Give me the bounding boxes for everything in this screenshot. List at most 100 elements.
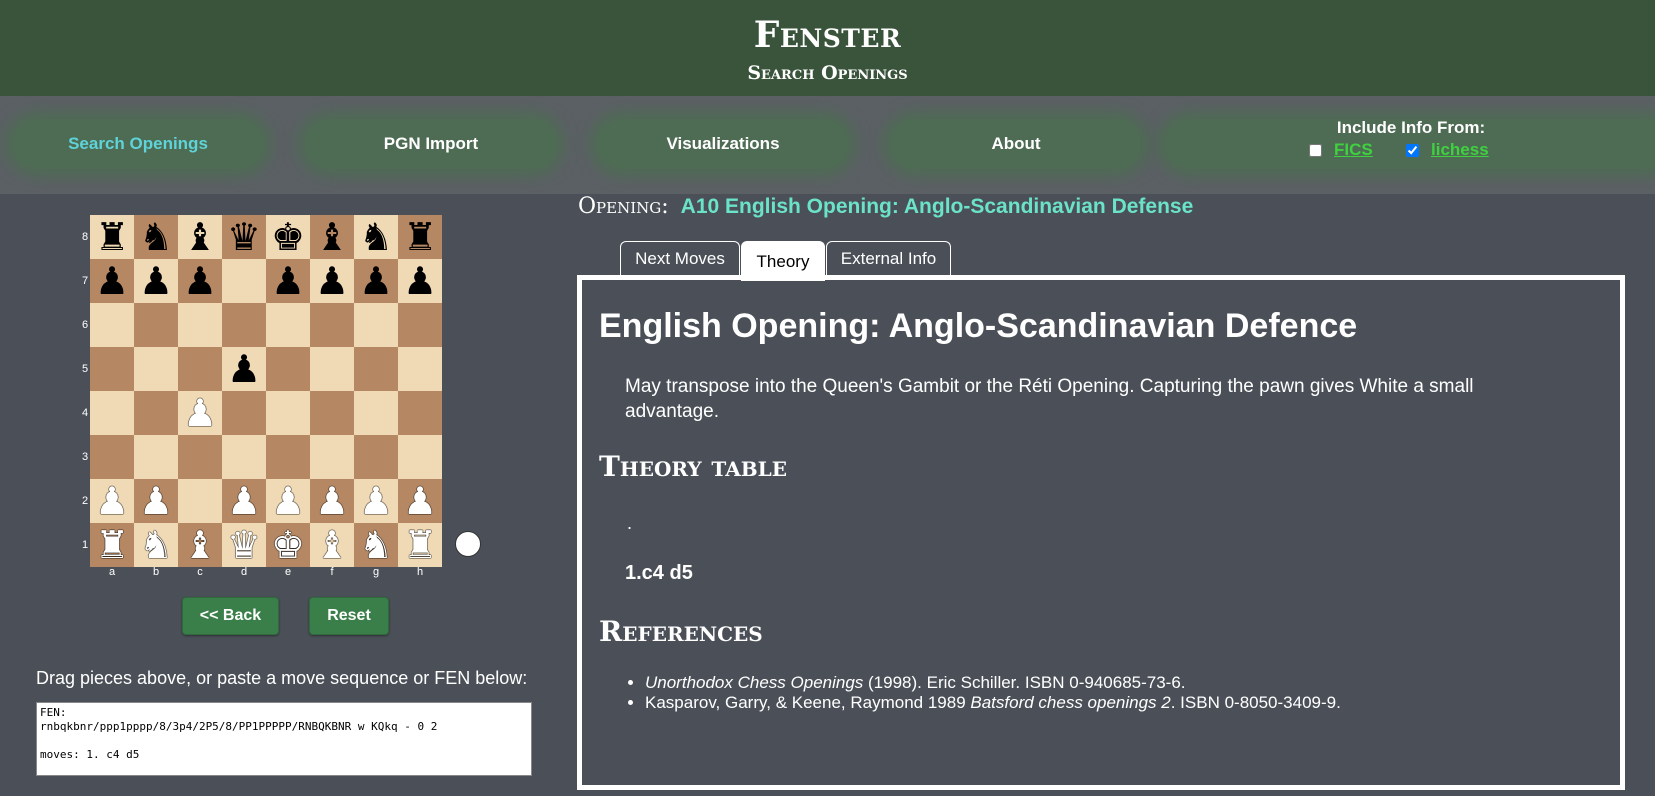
square-b2[interactable]: ♟ [134, 479, 178, 523]
square-b4[interactable] [134, 391, 178, 435]
square-f5[interactable] [310, 347, 354, 391]
white-pawn-icon[interactable]: ♟ [359, 482, 393, 520]
square-d8[interactable]: ♛ [222, 215, 266, 259]
fics-checkbox[interactable] [1309, 143, 1322, 157]
black-bishop-icon[interactable]: ♝ [183, 218, 217, 256]
square-g3[interactable] [354, 435, 398, 479]
black-pawn-icon[interactable]: ♟ [403, 262, 437, 300]
square-c7[interactable]: ♟ [178, 259, 222, 303]
square-e7[interactable]: ♟ [266, 259, 310, 303]
chess-board[interactable]: ♜ ♞ ♝ ♛ ♚ ♝ ♞ ♜ ♟ ♟ ♟ ♟ ♟ ♟ ♟ ♟ ♟ ♟ ♟ ♟ ♟ ♟ ♟ ♟ ♜ ♞ ♝ ♛ ♚ ♝ ♞ ♜ [90, 215, 442, 567]
square-b1[interactable]: ♞ [134, 523, 178, 567]
black-pawn-icon[interactable]: ♟ [315, 262, 349, 300]
square-h5[interactable] [398, 347, 442, 391]
nav-pgn-import[interactable]: PGN Import [306, 120, 556, 168]
square-h8[interactable]: ♜ [398, 215, 442, 259]
white-pawn-icon[interactable]: ♟ [95, 482, 129, 520]
square-f4[interactable] [310, 391, 354, 435]
white-bishop-icon[interactable]: ♝ [183, 526, 217, 564]
square-c4[interactable]: ♟ [178, 391, 222, 435]
black-pawn-icon[interactable]: ♟ [183, 262, 217, 300]
black-pawn-icon[interactable]: ♟ [139, 262, 173, 300]
white-rook-icon[interactable]: ♜ [95, 526, 129, 564]
square-h2[interactable]: ♟ [398, 479, 442, 523]
square-d4[interactable] [222, 391, 266, 435]
square-e1[interactable]: ♚ [266, 523, 310, 567]
square-d7[interactable] [222, 259, 266, 303]
square-c3[interactable] [178, 435, 222, 479]
square-a4[interactable] [90, 391, 134, 435]
black-pawn-icon[interactable]: ♟ [271, 262, 305, 300]
lichess-link[interactable]: lichess [1431, 140, 1489, 160]
square-f8[interactable]: ♝ [310, 215, 354, 259]
square-f3[interactable] [310, 435, 354, 479]
nav-about[interactable]: About [891, 120, 1141, 168]
white-pawn-icon[interactable]: ♟ [403, 482, 437, 520]
black-queen-icon[interactable]: ♛ [227, 218, 261, 256]
black-bishop-icon[interactable]: ♝ [315, 218, 349, 256]
square-d2[interactable]: ♟ [222, 479, 266, 523]
tab-next-moves[interactable]: Next Moves [620, 241, 740, 275]
white-pawn-icon[interactable]: ♟ [271, 482, 305, 520]
square-f6[interactable] [310, 303, 354, 347]
white-knight-icon[interactable]: ♞ [359, 526, 393, 564]
square-h3[interactable] [398, 435, 442, 479]
square-c5[interactable] [178, 347, 222, 391]
square-a1[interactable]: ♜ [90, 523, 134, 567]
square-h1[interactable]: ♜ [398, 523, 442, 567]
square-c1[interactable]: ♝ [178, 523, 222, 567]
square-g2[interactable]: ♟ [354, 479, 398, 523]
square-d5[interactable]: ♟ [222, 347, 266, 391]
square-h7[interactable]: ♟ [398, 259, 442, 303]
square-g6[interactable] [354, 303, 398, 347]
square-e8[interactable]: ♚ [266, 215, 310, 259]
square-a7[interactable]: ♟ [90, 259, 134, 303]
fen-moves-input[interactable] [36, 702, 532, 776]
square-b3[interactable] [134, 435, 178, 479]
square-d6[interactable] [222, 303, 266, 347]
white-queen-icon[interactable]: ♛ [227, 526, 261, 564]
back-button[interactable]: << Back [182, 597, 279, 635]
black-knight-icon[interactable]: ♞ [359, 218, 393, 256]
square-e4[interactable] [266, 391, 310, 435]
square-g1[interactable]: ♞ [354, 523, 398, 567]
square-a6[interactable] [90, 303, 134, 347]
white-pawn-icon[interactable]: ♟ [315, 482, 349, 520]
square-b5[interactable] [134, 347, 178, 391]
square-a8[interactable]: ♜ [90, 215, 134, 259]
square-f1[interactable]: ♝ [310, 523, 354, 567]
square-f2[interactable]: ♟ [310, 479, 354, 523]
tab-theory[interactable]: Theory [741, 241, 825, 281]
tab-external-info[interactable]: External Info [826, 241, 951, 275]
white-knight-icon[interactable]: ♞ [139, 526, 173, 564]
square-b6[interactable] [134, 303, 178, 347]
square-e5[interactable] [266, 347, 310, 391]
reset-button[interactable]: Reset [309, 597, 389, 635]
black-pawn-icon[interactable]: ♟ [227, 350, 261, 388]
square-c8[interactable]: ♝ [178, 215, 222, 259]
square-d1[interactable]: ♛ [222, 523, 266, 567]
square-g7[interactable]: ♟ [354, 259, 398, 303]
white-bishop-icon[interactable]: ♝ [315, 526, 349, 564]
black-knight-icon[interactable]: ♞ [139, 218, 173, 256]
square-g4[interactable] [354, 391, 398, 435]
nav-search-openings[interactable]: Search Openings [13, 120, 263, 168]
white-pawn-icon[interactable]: ♟ [227, 482, 261, 520]
square-d3[interactable] [222, 435, 266, 479]
nav-visualizations[interactable]: Visualizations [598, 120, 848, 168]
square-a3[interactable] [90, 435, 134, 479]
square-c6[interactable] [178, 303, 222, 347]
square-e6[interactable] [266, 303, 310, 347]
black-rook-icon[interactable]: ♜ [95, 218, 129, 256]
square-g5[interactable] [354, 347, 398, 391]
square-a5[interactable] [90, 347, 134, 391]
black-pawn-icon[interactable]: ♟ [359, 262, 393, 300]
square-h6[interactable] [398, 303, 442, 347]
white-pawn-icon[interactable]: ♟ [139, 482, 173, 520]
square-c2[interactable] [178, 479, 222, 523]
black-rook-icon[interactable]: ♜ [403, 218, 437, 256]
square-b7[interactable]: ♟ [134, 259, 178, 303]
black-king-icon[interactable]: ♚ [271, 218, 305, 256]
square-f7[interactable]: ♟ [310, 259, 354, 303]
square-g8[interactable]: ♞ [354, 215, 398, 259]
